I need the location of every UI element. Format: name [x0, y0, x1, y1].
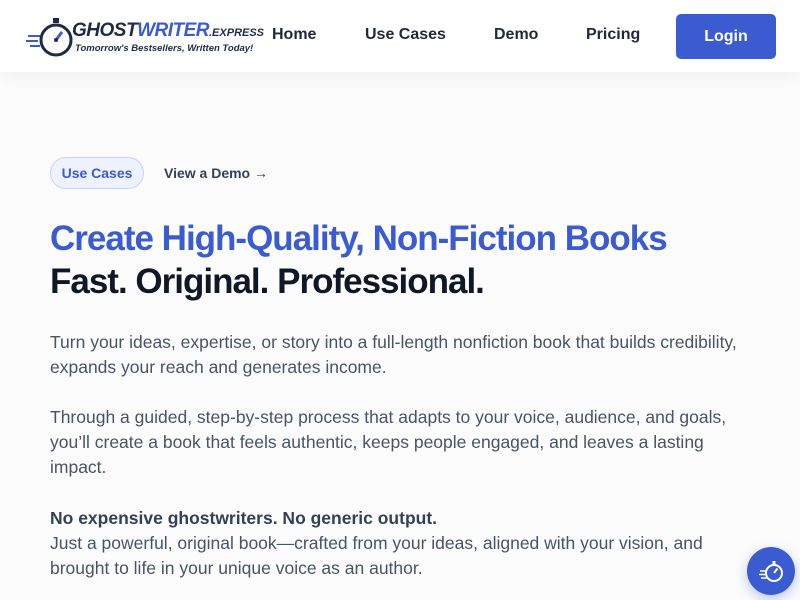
- login-button[interactable]: Login: [676, 14, 776, 59]
- nav-demo[interactable]: Demo: [494, 26, 538, 44]
- use-cases-pill[interactable]: Use Cases: [50, 157, 144, 189]
- brand-tagline: Tomorrow's Bestsellers, Written Today!: [75, 43, 254, 54]
- hero-paragraph-3-body: Just a powerful, original book—crafted f…: [50, 533, 703, 578]
- hero-paragraph-1: Turn your ideas, expertise, or story int…: [50, 332, 737, 377]
- view-demo-link[interactable]: View a Demo →: [164, 165, 268, 181]
- nav-pricing[interactable]: Pricing: [586, 26, 640, 44]
- hero-paragraph-2: Through a guided, step-by-step process t…: [50, 407, 727, 477]
- stopwatch-icon: [26, 18, 73, 57]
- stopwatch-icon: [759, 561, 783, 582]
- hero-paragraph-3-bold: No expensive ghostwriters. No generic ou…: [50, 508, 438, 528]
- assistant-button[interactable]: [747, 547, 795, 595]
- site-header: GHOSTWRITER.EXPRESS Tomorrow's Bestselle…: [0, 0, 800, 72]
- hero-paragraph-3: No expensive ghostwriters. No generic ou…: [50, 506, 750, 581]
- brand-logo[interactable]: GHOSTWRITER.EXPRESS Tomorrow's Bestselle…: [26, 14, 264, 60]
- brand-name-suffix: .EXPRESS: [209, 27, 265, 39]
- brand-name-part2: WRITER: [137, 20, 209, 41]
- nav-use-cases[interactable]: Use Cases: [365, 26, 446, 44]
- hero-subtitle: Fast. Original. Professional.: [50, 262, 485, 301]
- brand-name: GHOSTWRITER.EXPRESS: [72, 20, 264, 42]
- hero-title: Create High-Quality, Non-Fiction Books: [50, 219, 668, 258]
- brand-name-part1: GHOST: [72, 20, 138, 41]
- nav-home[interactable]: Home: [272, 26, 316, 44]
